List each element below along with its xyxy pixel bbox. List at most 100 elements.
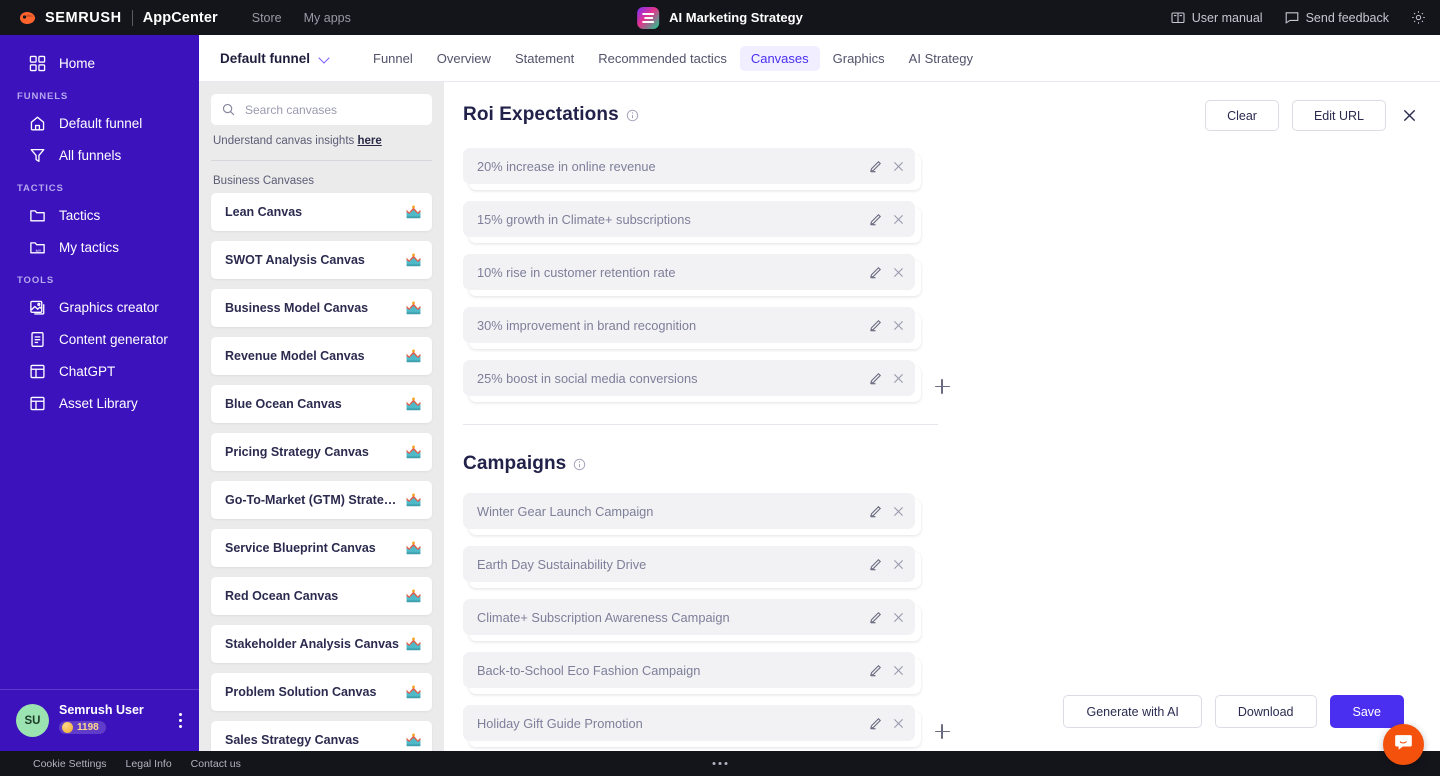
canvas-insights-note: Understand canvas insights here bbox=[211, 125, 432, 147]
pencil-icon[interactable] bbox=[869, 266, 882, 279]
field-row: Earth Day Sustainability Drive bbox=[463, 546, 923, 599]
close-icon[interactable] bbox=[1402, 108, 1417, 123]
avatar[interactable]: SU bbox=[16, 704, 49, 737]
edit-url-button[interactable]: Edit URL bbox=[1292, 100, 1386, 131]
pencil-icon[interactable] bbox=[869, 319, 882, 332]
user-menu-button[interactable] bbox=[171, 713, 189, 728]
canvas-list-item[interactable]: Sales Strategy Canvas bbox=[211, 721, 432, 751]
sidebar-item-chatgpt[interactable]: ChatGPT bbox=[0, 355, 199, 387]
crown-icon bbox=[405, 493, 422, 508]
canvas-list-item[interactable]: Red Ocean Canvas bbox=[211, 577, 432, 615]
info-icon[interactable] bbox=[573, 458, 586, 471]
header-actions: Clear Edit URL bbox=[1205, 100, 1417, 131]
close-icon[interactable] bbox=[892, 717, 905, 730]
sidebar-item-content-generator[interactable]: Content generator bbox=[0, 323, 199, 355]
canvas-insights-text: Understand canvas insights bbox=[213, 135, 354, 147]
close-icon[interactable] bbox=[892, 664, 905, 677]
sidebar-item-asset-library[interactable]: Asset Library bbox=[0, 387, 199, 419]
field-input[interactable]: 20% increase in online revenue bbox=[463, 148, 915, 184]
sidebar-item-label: Graphics creator bbox=[59, 300, 159, 315]
canvas-list-item[interactable]: Go-To-Market (GTM) Strateg… bbox=[211, 481, 432, 519]
sidebar-item-default-funnel[interactable]: Default funnel bbox=[0, 107, 199, 139]
field-input[interactable]: 30% improvement in brand recognition bbox=[463, 307, 915, 343]
save-button[interactable]: Save bbox=[1330, 695, 1405, 728]
field-actions bbox=[869, 558, 905, 571]
pencil-icon[interactable] bbox=[869, 664, 882, 677]
sidebar-item-graphics-creator[interactable]: Graphics creator bbox=[0, 291, 199, 323]
credits-badge[interactable]: 1198 bbox=[59, 721, 106, 734]
field-actions bbox=[869, 664, 905, 677]
canvas-list-item[interactable]: Stakeholder Analysis Canvas bbox=[211, 625, 432, 663]
pencil-icon[interactable] bbox=[869, 558, 882, 571]
clear-button[interactable]: Clear bbox=[1205, 100, 1279, 131]
tab-graphics[interactable]: Graphics bbox=[822, 46, 896, 71]
field-input[interactable]: 25% boost in social media conversions bbox=[463, 360, 915, 396]
sidebar-item-label: My tactics bbox=[59, 240, 119, 255]
generate-with-ai-button[interactable]: Generate with AI bbox=[1063, 695, 1201, 728]
tab-recommended-tactics[interactable]: Recommended tactics bbox=[587, 46, 738, 71]
canvas-list-item[interactable]: Business Model Canvas bbox=[211, 289, 432, 327]
top-link-store[interactable]: Store bbox=[252, 11, 282, 25]
top-link-my-apps[interactable]: My apps bbox=[304, 11, 351, 25]
sidebar-item-tactics[interactable]: Tactics bbox=[0, 199, 199, 231]
canvas-list-item[interactable]: Lean Canvas bbox=[211, 193, 432, 231]
sidebar-item-my-tactics[interactable]: MY My tactics bbox=[0, 231, 199, 263]
field-input[interactable]: Holiday Gift Guide Promotion bbox=[463, 705, 915, 741]
close-icon[interactable] bbox=[892, 611, 905, 624]
info-icon[interactable] bbox=[626, 109, 639, 122]
pencil-icon[interactable] bbox=[869, 611, 882, 624]
semrush-logo[interactable]: SEMRUSH AppCenter bbox=[18, 10, 218, 26]
user-manual-button[interactable]: User manual bbox=[1171, 11, 1263, 25]
tab-ai-strategy[interactable]: AI Strategy bbox=[898, 46, 984, 71]
send-feedback-button[interactable]: Send feedback bbox=[1285, 11, 1389, 25]
field-row: Winter Gear Launch Campaign bbox=[463, 493, 923, 546]
canvas-list-item[interactable]: Blue Ocean Canvas bbox=[211, 385, 432, 423]
pencil-icon[interactable] bbox=[869, 505, 882, 518]
field-card: Winter Gear Launch Campaign bbox=[463, 493, 921, 529]
field-input[interactable]: Climate+ Subscription Awareness Campaign bbox=[463, 599, 915, 635]
search-input[interactable] bbox=[245, 103, 432, 117]
canvas-list-item[interactable]: SWOT Analysis Canvas bbox=[211, 241, 432, 279]
pencil-icon[interactable] bbox=[869, 372, 882, 385]
field-input[interactable]: Earth Day Sustainability Drive bbox=[463, 546, 915, 582]
footer-link-contact-us[interactable]: Contact us bbox=[191, 758, 241, 770]
canvas-insights-link[interactable]: here bbox=[357, 135, 381, 147]
footer-link-cookie-settings[interactable]: Cookie Settings bbox=[33, 758, 107, 770]
settings-button[interactable] bbox=[1411, 10, 1426, 25]
canvas-list-item[interactable]: Service Blueprint Canvas bbox=[211, 529, 432, 567]
canvas-editor-header: Roi Expectations Clear Edit URL bbox=[444, 82, 1440, 148]
pencil-icon[interactable] bbox=[869, 717, 882, 730]
close-icon[interactable] bbox=[892, 558, 905, 571]
close-icon[interactable] bbox=[892, 266, 905, 279]
canvas-list-item[interactable]: Revenue Model Canvas bbox=[211, 337, 432, 375]
canvas-list-item[interactable]: Problem Solution Canvas bbox=[211, 673, 432, 711]
close-icon[interactable] bbox=[892, 213, 905, 226]
tab-funnel[interactable]: Funnel bbox=[362, 46, 424, 71]
field-input[interactable]: 10% rise in customer retention rate bbox=[463, 254, 915, 290]
field-input[interactable]: 15% growth in Climate+ subscriptions bbox=[463, 201, 915, 237]
close-icon[interactable] bbox=[892, 319, 905, 332]
tab-overview[interactable]: Overview bbox=[426, 46, 502, 71]
field-input[interactable]: Winter Gear Launch Campaign bbox=[463, 493, 915, 529]
gear-icon bbox=[1411, 10, 1426, 25]
field-input[interactable]: Back-to-School Eco Fashion Campaign bbox=[463, 652, 915, 688]
close-icon[interactable] bbox=[892, 372, 905, 385]
ellipsis-icon[interactable] bbox=[713, 762, 728, 765]
sidebar-item-home[interactable]: Home bbox=[0, 47, 199, 79]
pencil-icon[interactable] bbox=[869, 160, 882, 173]
crown-icon bbox=[405, 349, 422, 364]
close-icon[interactable] bbox=[892, 160, 905, 173]
tab-canvases[interactable]: Canvases bbox=[740, 46, 820, 71]
download-button[interactable]: Download bbox=[1215, 695, 1317, 728]
support-chat-button[interactable] bbox=[1383, 724, 1424, 765]
pencil-icon[interactable] bbox=[869, 213, 882, 226]
canvas-list-item[interactable]: Pricing Strategy Canvas bbox=[211, 433, 432, 471]
close-icon[interactable] bbox=[892, 505, 905, 518]
field-row: 10% rise in customer retention rate bbox=[463, 254, 923, 307]
canvas-search[interactable] bbox=[211, 94, 432, 125]
sidebar-item-all-funnels[interactable]: All funnels bbox=[0, 139, 199, 171]
tab-statement[interactable]: Statement bbox=[504, 46, 585, 71]
footer-link-legal-info[interactable]: Legal Info bbox=[126, 758, 172, 770]
sidebar-nav: Home FUNNELS Default funnel All funnels … bbox=[0, 35, 199, 689]
funnel-selector[interactable]: Default funnel bbox=[220, 51, 330, 66]
